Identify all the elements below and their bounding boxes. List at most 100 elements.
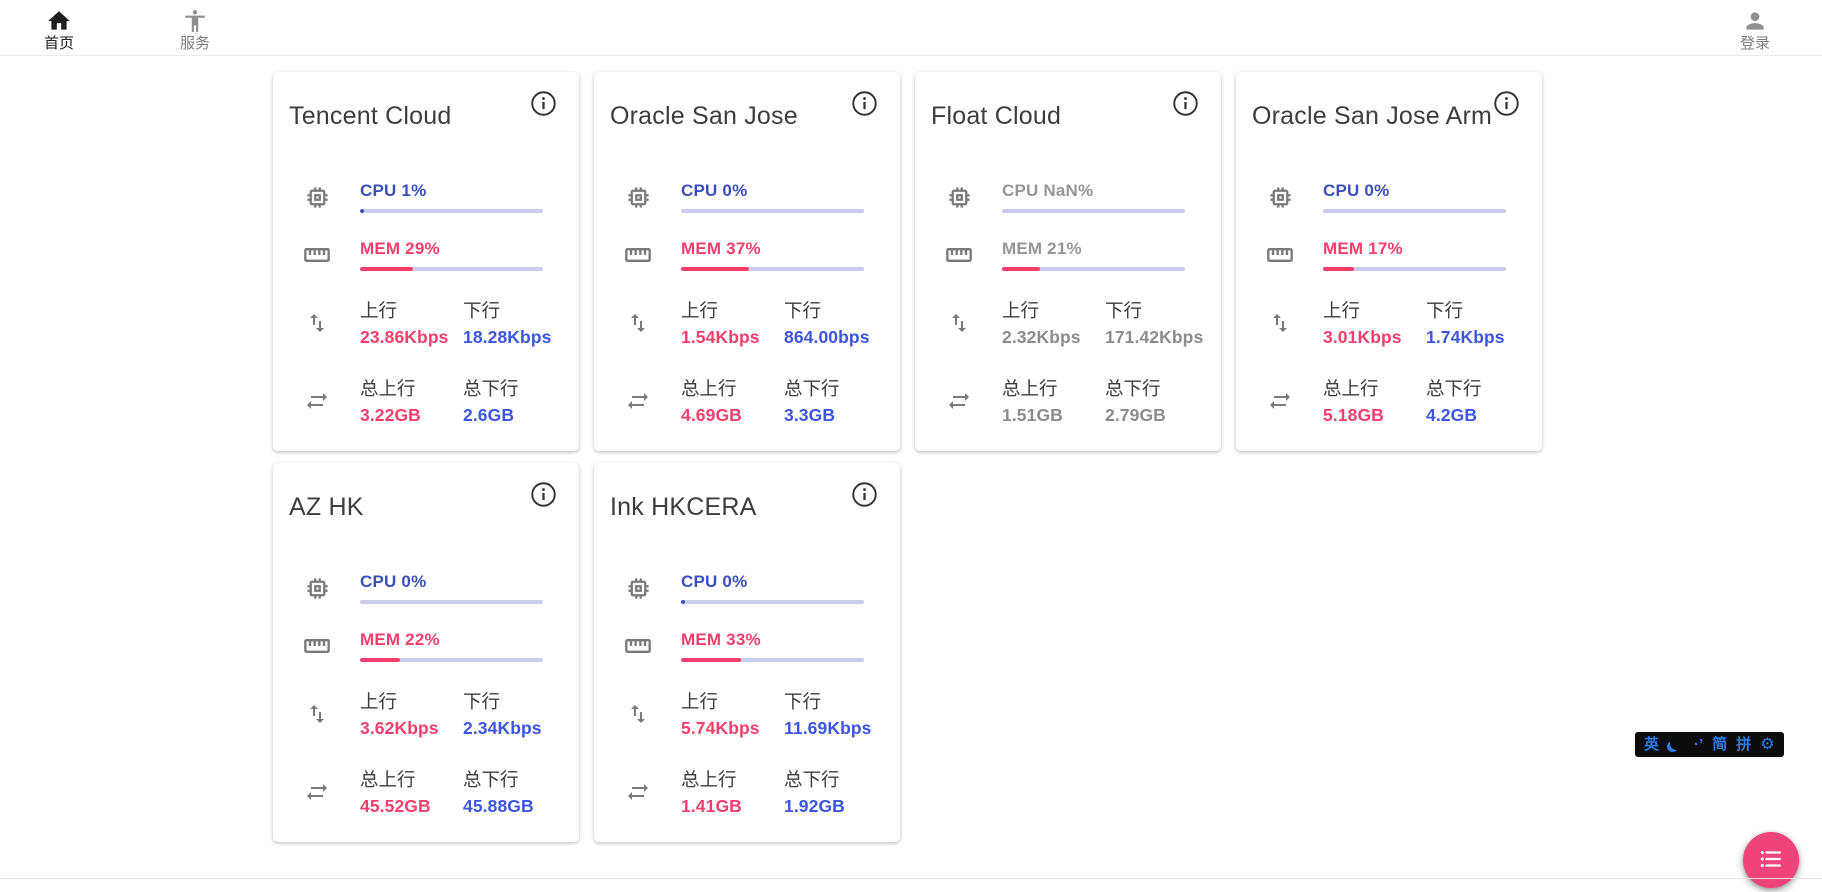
cpu-row: CPU 0% xyxy=(594,572,900,604)
total-upload-value: 4.69GB xyxy=(681,405,784,426)
cpu-usage-label: CPU 0% xyxy=(681,181,864,201)
upload-speed: 2.32Kbps xyxy=(1002,327,1105,348)
download-col: 下行 171.42Kbps xyxy=(1105,297,1208,348)
list-icon xyxy=(1758,846,1784,875)
nav-item-home[interactable]: 首页 xyxy=(26,4,92,52)
mem-ruler-icon xyxy=(624,632,652,660)
upload-speed: 3.01Kbps xyxy=(1323,327,1426,348)
nav-item-label: 服务 xyxy=(180,35,210,52)
nav-item-login[interactable]: 登录 xyxy=(1722,4,1788,52)
cpu-gauge: CPU NaN% xyxy=(1002,181,1185,213)
total-upload-value: 1.51GB xyxy=(1002,405,1105,426)
total-download-value: 4.2GB xyxy=(1426,405,1529,426)
gear-icon[interactable]: ⚙ xyxy=(1760,732,1774,757)
ime-lang-toggle[interactable]: 英 xyxy=(1644,732,1659,757)
total-upload-label: 总上行 xyxy=(681,375,784,401)
download-col: 下行 2.34Kbps xyxy=(463,688,566,739)
total-download-value: 1.92GB xyxy=(784,796,887,817)
total-upload-label: 总上行 xyxy=(681,766,784,792)
nav-item-label: 登录 xyxy=(1740,35,1770,52)
cpu-gauge: CPU 0% xyxy=(681,181,864,213)
mem-ruler-icon xyxy=(303,241,331,269)
speed-row: 上行 1.54Kbps 下行 864.00bps xyxy=(594,297,900,348)
mem-row: MEM 37% xyxy=(594,239,900,271)
server-list-fab[interactable] xyxy=(1743,832,1799,888)
info-icon[interactable] xyxy=(529,481,557,509)
total-download-col: 总下行 4.2GB xyxy=(1426,375,1529,426)
download-speed: 2.34Kbps xyxy=(463,718,566,739)
upload-label: 上行 xyxy=(681,297,784,323)
info-icon[interactable] xyxy=(529,90,557,118)
swap-arrows-icon xyxy=(303,389,331,413)
upload-col: 上行 5.74Kbps xyxy=(681,688,784,739)
updown-arrows-icon xyxy=(945,311,973,335)
upload-speed: 5.74Kbps xyxy=(681,718,784,739)
cpu-usage-label: CPU 0% xyxy=(681,572,864,592)
info-icon[interactable] xyxy=(850,90,878,118)
cpu-progress-fill xyxy=(360,209,364,213)
total-upload-label: 总上行 xyxy=(1002,375,1105,401)
total-upload-col: 总上行 45.52GB xyxy=(360,766,463,817)
ime-punctuation-toggle[interactable]: ·’ xyxy=(1694,732,1703,757)
mem-row: MEM 17% xyxy=(1236,239,1542,271)
mem-progress-bar xyxy=(1323,267,1506,271)
cpu-progress-bar xyxy=(681,600,864,604)
swap-arrows-icon xyxy=(1266,389,1294,413)
speed-row: 上行 2.32Kbps 下行 171.42Kbps xyxy=(915,297,1221,348)
mem-row: MEM 21% xyxy=(915,239,1221,271)
cpu-chip-icon xyxy=(945,184,973,211)
download-label: 下行 xyxy=(1426,297,1529,323)
mem-usage-label: MEM 33% xyxy=(681,630,864,650)
cpu-gauge: CPU 1% xyxy=(360,181,543,213)
server-card: Tencent Cloud CPU 1% MEM 29% xyxy=(273,72,579,451)
server-stats: CPU 0% MEM 17% 上行 3.01Kb xyxy=(1236,181,1542,426)
speed-row: 上行 23.86Kbps 下行 18.28Kbps xyxy=(273,297,579,348)
mem-gauge: MEM 22% xyxy=(360,630,543,662)
info-icon[interactable] xyxy=(1171,90,1199,118)
download-label: 下行 xyxy=(463,688,566,714)
total-download-label: 总下行 xyxy=(1426,375,1529,401)
download-col: 下行 1.74Kbps xyxy=(1426,297,1529,348)
upload-speed: 3.62Kbps xyxy=(360,718,463,739)
server-card: Ink HKCERA CPU 0% MEM 33% xyxy=(594,463,900,842)
total-download-value: 2.6GB xyxy=(463,405,566,426)
ime-simplified-toggle[interactable]: 简 xyxy=(1712,732,1727,757)
server-card: Oracle San Jose Arm CPU 0% MEM 17% xyxy=(1236,72,1542,451)
total-upload-value: 5.18GB xyxy=(1323,405,1426,426)
download-col: 下行 11.69Kbps xyxy=(784,688,887,739)
nav-item-services[interactable]: 服务 xyxy=(162,4,228,52)
upload-col: 上行 3.01Kbps xyxy=(1323,297,1426,348)
mem-row: MEM 22% xyxy=(273,630,579,662)
server-stats: CPU NaN% MEM 21% 上行 2.32 xyxy=(915,181,1221,426)
mem-usage-label: MEM 21% xyxy=(1002,239,1185,259)
swap-arrows-icon xyxy=(303,780,331,804)
ime-pinyin-mode[interactable]: 拼 xyxy=(1736,732,1751,757)
total-row: 总上行 5.18GB 总下行 4.2GB xyxy=(1236,375,1542,426)
mem-ruler-icon xyxy=(624,241,652,269)
total-download-col: 总下行 2.6GB xyxy=(463,375,566,426)
upload-label: 上行 xyxy=(681,688,784,714)
updown-arrows-icon xyxy=(624,311,652,335)
swap-arrows-icon xyxy=(945,389,973,413)
total-row: 总上行 1.41GB 总下行 1.92GB xyxy=(594,766,900,817)
server-stats: CPU 0% MEM 33% 上行 5.74Kb xyxy=(594,572,900,817)
total-upload-col: 总上行 1.51GB xyxy=(1002,375,1105,426)
upload-col: 上行 1.54Kbps xyxy=(681,297,784,348)
total-download-value: 45.88GB xyxy=(463,796,566,817)
nav-left-group: 首页 服务 xyxy=(26,4,228,52)
mem-gauge: MEM 17% xyxy=(1323,239,1506,271)
total-row: 总上行 3.22GB 总下行 2.6GB xyxy=(273,375,579,426)
nav-right-group: 登录 xyxy=(1722,4,1788,52)
cpu-chip-icon xyxy=(624,575,652,602)
download-speed: 864.00bps xyxy=(784,327,887,348)
mem-progress-fill xyxy=(360,658,400,662)
mem-usage-label: MEM 37% xyxy=(681,239,864,259)
mem-ruler-icon xyxy=(945,241,973,269)
info-icon[interactable] xyxy=(850,481,878,509)
info-icon[interactable] xyxy=(1492,90,1520,118)
cpu-progress-bar xyxy=(360,600,543,604)
moon-icon[interactable] xyxy=(1670,737,1683,750)
speed-row: 上行 3.01Kbps 下行 1.74Kbps xyxy=(1236,297,1542,348)
mem-progress-bar xyxy=(681,267,864,271)
total-download-label: 总下行 xyxy=(463,766,566,792)
